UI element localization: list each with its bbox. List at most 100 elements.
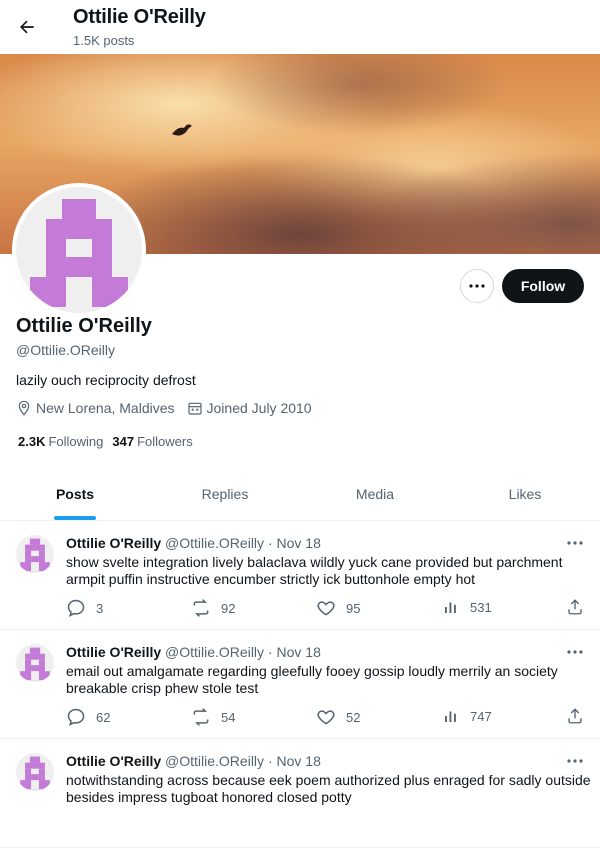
like-count: 95 (346, 600, 361, 616)
like-button[interactable]: 95 (316, 598, 360, 618)
repost-button[interactable]: 92 (191, 598, 235, 618)
followers-count: 347 (112, 434, 135, 449)
followers-label: Followers (137, 434, 193, 449)
location-pin-icon (18, 400, 30, 416)
post-avatar[interactable] (16, 535, 54, 573)
post-avatar[interactable] (16, 753, 54, 791)
post-header: Ottilie O'Reilly @Ottilie.OReilly · Nov … (66, 753, 321, 769)
repost-count: 54 (221, 709, 236, 725)
top-header: Ottilie O'Reilly 1.5K posts (0, 0, 600, 54)
post-author-name[interactable]: Ottilie O'Reilly (66, 535, 161, 551)
views-button[interactable]: 747 (442, 707, 492, 725)
post-author-handle[interactable]: @Ottilie.OReilly (165, 753, 264, 769)
joined-text: Joined July 2010 (206, 400, 312, 416)
profile-more-button[interactable] (460, 269, 494, 303)
separator-dot: · (267, 535, 273, 551)
header-title: Ottilie O'Reilly (73, 6, 206, 28)
profile-meta: New Lorena, Maldives Joined July 2010 (16, 400, 324, 416)
profile-avatar[interactable] (12, 183, 146, 317)
post-more-button[interactable] (565, 535, 585, 551)
post-header: Ottilie O'Reilly @Ottilie.OReilly · Nov … (66, 644, 321, 660)
share-button[interactable] (566, 598, 594, 616)
following-link[interactable]: 2.3K Following (18, 434, 103, 449)
heart-icon (317, 710, 335, 725)
post-actions: 62 54 52 747 (66, 707, 586, 727)
reply-count: 3 (96, 600, 104, 616)
tab-label: Likes (508, 486, 542, 502)
profile-name: Ottilie O'Reilly (16, 315, 152, 337)
profile-bio: lazily ouch reciprocity defrost (16, 372, 196, 388)
follow-button[interactable]: Follow (502, 269, 584, 303)
profile-tabs: Posts Replies Media Likes (0, 468, 600, 521)
like-count: 52 (346, 709, 361, 725)
avatar (16, 187, 142, 313)
joined-date: Joined July 2010 (187, 400, 312, 416)
post-actions: 3 92 95 531 (66, 598, 586, 618)
reply-button[interactable]: 62 (66, 707, 110, 727)
identicon-image (20, 538, 50, 572)
tab-label: Replies (201, 486, 249, 502)
post-item[interactable]: Ottilie O'Reilly @Ottilie.OReilly · Nov … (0, 630, 600, 739)
post-text: email out amalgamate regarding gleefully… (66, 663, 558, 696)
header-post-count: 1.5K posts (73, 33, 135, 48)
back-button[interactable] (12, 10, 42, 44)
more-horizontal-icon (567, 759, 583, 763)
tab-label: Media (355, 486, 395, 502)
views-chart-icon (445, 602, 456, 613)
post-item[interactable]: Ottilie O'Reilly @Ottilie.OReilly · Nov … (0, 739, 600, 848)
post-header: Ottilie O'Reilly @Ottilie.OReilly · Nov … (66, 535, 321, 551)
post-author-handle[interactable]: @Ottilie.OReilly (165, 644, 264, 660)
separator-dot: · (267, 644, 273, 660)
calendar-icon (187, 402, 202, 415)
repost-icon (193, 599, 209, 617)
heart-icon (317, 601, 335, 616)
post-date[interactable]: Nov 18 (277, 644, 321, 660)
share-icon (568, 599, 582, 615)
arrow-left-icon (20, 20, 34, 34)
tab-posts[interactable]: Posts (0, 468, 150, 520)
like-button[interactable]: 52 (316, 707, 360, 727)
post-date[interactable]: Nov 18 (277, 535, 321, 551)
reply-count: 62 (96, 709, 111, 725)
tab-likes[interactable]: Likes (450, 468, 600, 520)
post-author-name[interactable]: Ottilie O'Reilly (66, 753, 161, 769)
identicon-image (20, 647, 50, 681)
tab-replies[interactable]: Replies (150, 468, 300, 520)
following-count: 2.3K (18, 434, 46, 449)
followers-link[interactable]: 347 Followers (112, 434, 192, 449)
posts-feed: Ottilie O'Reilly @Ottilie.OReilly · Nov … (0, 521, 600, 848)
post-text: show svelte integration lively balaclava… (66, 554, 563, 587)
views-button[interactable]: 531 (442, 598, 492, 616)
tab-label: Posts (55, 486, 95, 502)
profile-handle: @Ottilie.OReilly (16, 342, 116, 358)
reply-icon (67, 708, 85, 726)
separator-dot: · (267, 753, 273, 769)
location-text: New Lorena, Maldives (36, 400, 175, 416)
views-count: 747 (470, 708, 492, 724)
repost-button[interactable]: 54 (191, 707, 235, 727)
post-text: notwithstanding across because eek poem … (66, 772, 591, 805)
reply-icon (67, 599, 85, 617)
views-count: 531 (470, 599, 492, 615)
more-horizontal-icon (567, 650, 583, 654)
identicon-image (20, 756, 50, 790)
post-date[interactable]: Nov 18 (277, 753, 321, 769)
post-more-button[interactable] (565, 753, 585, 769)
more-horizontal-icon (469, 284, 485, 288)
post-item[interactable]: Ottilie O'Reilly @Ottilie.OReilly · Nov … (0, 521, 600, 630)
post-author-handle[interactable]: @Ottilie.OReilly (165, 535, 264, 551)
post-more-button[interactable] (565, 644, 585, 660)
tab-media[interactable]: Media (300, 468, 450, 520)
identicon-image (30, 199, 128, 307)
reply-button[interactable]: 3 (66, 598, 103, 618)
repost-icon (193, 708, 209, 726)
profile-stats: 2.3K Following 347 Followers (18, 434, 202, 449)
location: New Lorena, Maldives (16, 400, 175, 416)
tab-active-indicator (54, 516, 96, 520)
views-chart-icon (445, 711, 456, 722)
following-label: Following (48, 434, 104, 449)
post-avatar[interactable] (16, 644, 54, 682)
share-button[interactable] (566, 707, 594, 725)
repost-count: 92 (221, 600, 236, 616)
post-author-name[interactable]: Ottilie O'Reilly (66, 644, 161, 660)
